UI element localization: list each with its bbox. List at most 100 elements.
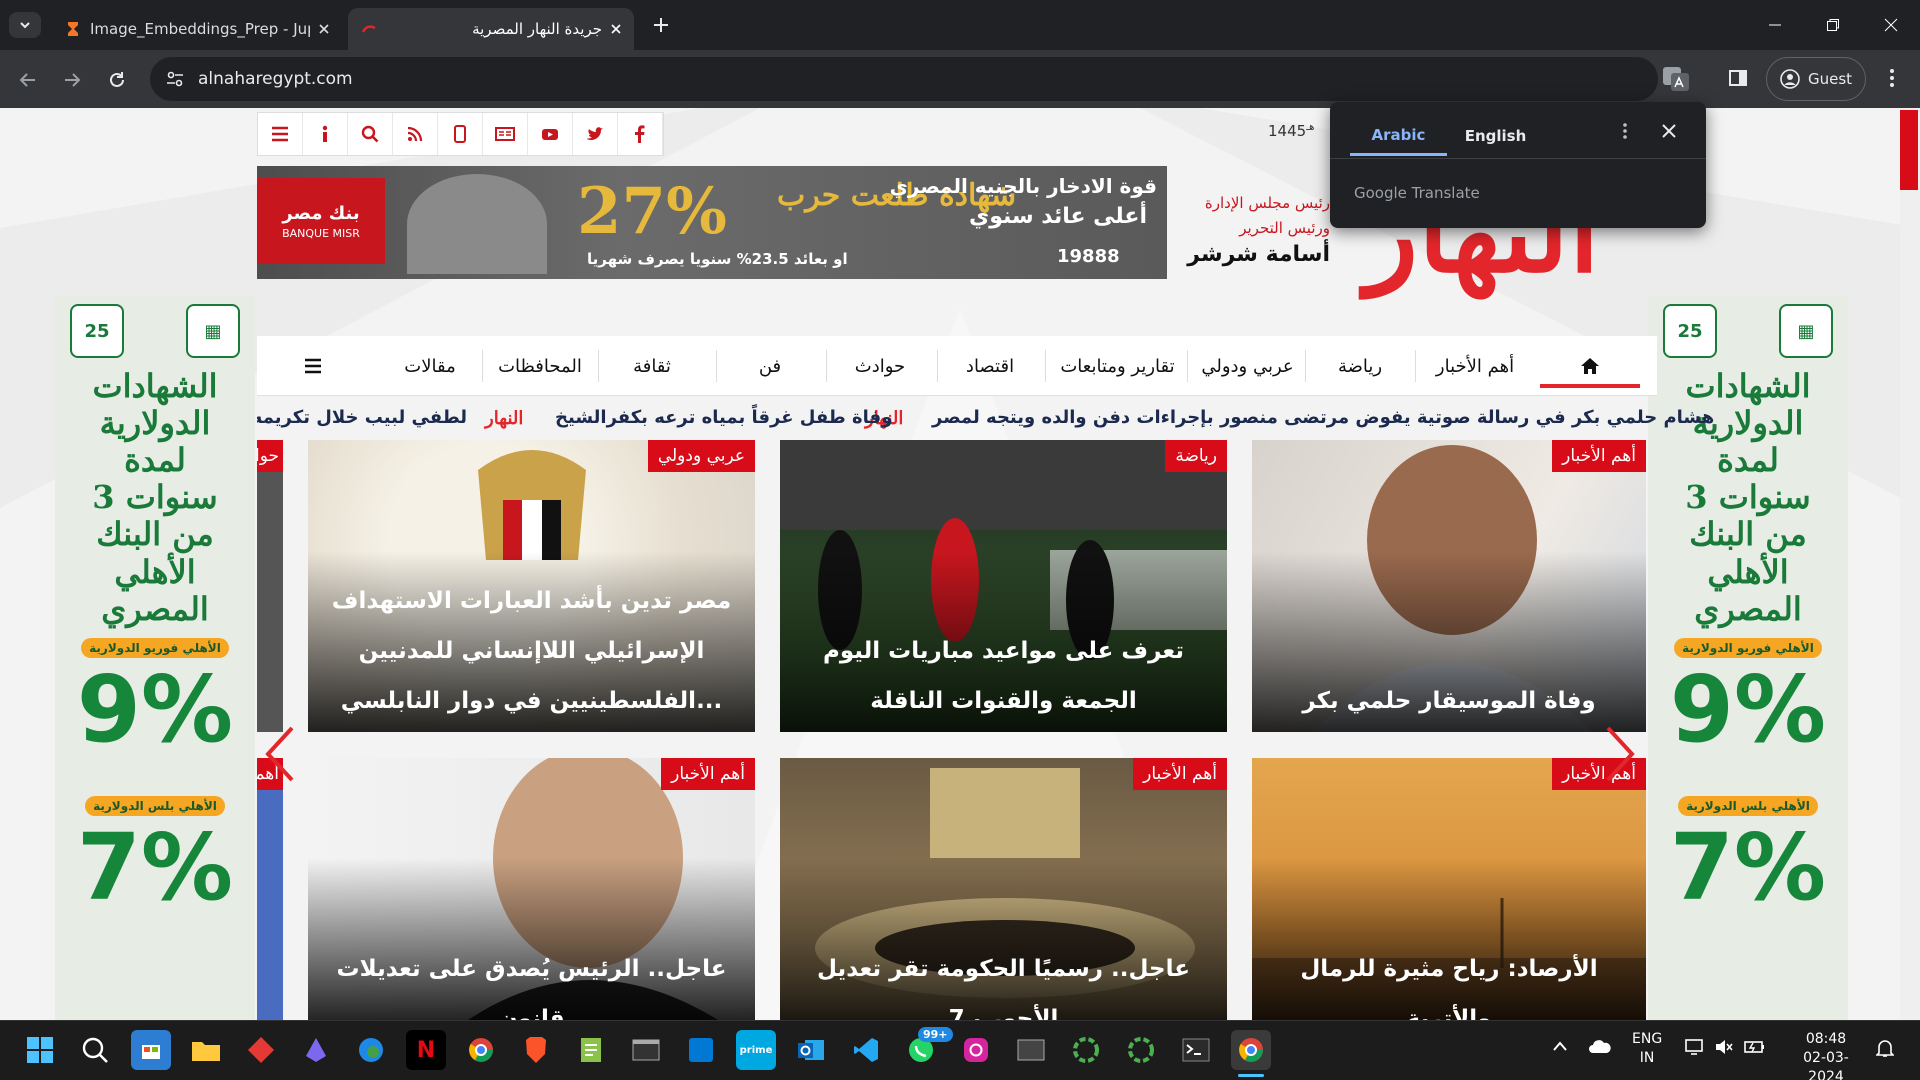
powershell-app[interactable]: [1176, 1030, 1216, 1070]
clock[interactable]: 08:48 02-03-2024: [1790, 1030, 1862, 1080]
rss-button[interactable]: [393, 113, 438, 155]
volume-button[interactable]: [1714, 1038, 1734, 1056]
partial-card[interactable]: حوادث: [257, 440, 283, 732]
translate-tab-english[interactable]: English: [1447, 116, 1544, 156]
facebook-icon: [635, 125, 645, 143]
nav-art[interactable]: فن: [720, 336, 820, 396]
news-card[interactable]: أهم الأخبار عاجل.. رسميًا الحكومة تقر تع…: [780, 758, 1227, 1020]
profile-button[interactable]: Guest: [1766, 57, 1866, 101]
notifications-button[interactable]: [1876, 1038, 1894, 1058]
nav-economy[interactable]: اقتصاد: [940, 336, 1040, 396]
twitter-button[interactable]: [573, 113, 618, 155]
microsoft-store-app[interactable]: [131, 1030, 171, 1070]
terminal-app[interactable]: [626, 1030, 666, 1070]
nav-governorates[interactable]: المحافظات: [485, 336, 595, 396]
news-card[interactable]: رياضة تعرف على مواعيد مباريات اليوم الجم…: [780, 440, 1227, 732]
epaper-button[interactable]: [483, 113, 528, 155]
battery-button[interactable]: [1744, 1038, 1766, 1056]
copilot-app[interactable]: [296, 1030, 336, 1070]
right-side-ad[interactable]: 25 ▦ الشهادات الدولارية لمدة 3 سنوات من …: [1648, 296, 1848, 1020]
language-indicator[interactable]: ENG IN: [1632, 1030, 1662, 1068]
nav-more-button[interactable]: [290, 336, 336, 396]
scrollbar-thumb[interactable]: [1900, 110, 1918, 190]
app-blue-window[interactable]: [681, 1030, 721, 1070]
page-scrollbar[interactable]: [1900, 108, 1920, 1020]
editor-info: رئيس مجلس الإدارة ورئيس التحرير أسامة شر…: [1170, 190, 1330, 270]
edge-app[interactable]: [351, 1030, 391, 1070]
home-icon: [1581, 358, 1599, 374]
prime-video-icon: prime: [739, 1044, 773, 1056]
tab-alnahar[interactable]: جريدة النهار المصرية: [348, 8, 634, 50]
translate-options-button[interactable]: [1622, 122, 1628, 140]
chrome-app[interactable]: [461, 1030, 501, 1070]
close-icon[interactable]: [610, 23, 622, 35]
outlook-app[interactable]: [791, 1030, 831, 1070]
partial-card[interactable]: أهم الأخبار: [257, 758, 283, 1020]
app-red-diamond[interactable]: [241, 1030, 281, 1070]
carousel-next-button[interactable]: [1598, 724, 1638, 784]
banque-misr-banner-ad[interactable]: بنك مصر BANQUE MISR 27% شهادة طلعت حرب ق…: [257, 166, 1167, 279]
side-panel-button[interactable]: [1728, 68, 1748, 88]
left-side-ad[interactable]: 25 ▦ الشهادات الدولارية لمدة 3 سنوات من …: [55, 296, 255, 1020]
menu-button[interactable]: [258, 113, 303, 155]
chrome-app-active[interactable]: [1231, 1030, 1271, 1070]
onedrive-button[interactable]: [1588, 1038, 1612, 1054]
nav-sports[interactable]: رياضة: [1310, 336, 1410, 396]
notepad-app[interactable]: [571, 1030, 611, 1070]
forward-button[interactable]: [54, 62, 90, 98]
app-window[interactable]: [1011, 1030, 1051, 1070]
ticker-item[interactable]: هشام حلمي بكر في رسالة صوتية يفوض مرتضى …: [932, 407, 1714, 428]
ad-header: 25 ▦: [1663, 304, 1833, 358]
facebook-button[interactable]: [618, 113, 663, 155]
news-card[interactable]: أهم الأخبار عاجل.. الرئيس يُصدق على تعدي…: [308, 758, 755, 1020]
vscode-app[interactable]: [846, 1030, 886, 1070]
restore-button[interactable]: [1804, 0, 1862, 50]
instagram-app[interactable]: [956, 1030, 996, 1070]
netflix-app[interactable]: N: [406, 1030, 446, 1070]
news-card[interactable]: أهم الأخبار الأرصاد: رياح مثيرة للرمال و…: [1252, 758, 1646, 1020]
network-button[interactable]: [1684, 1038, 1704, 1056]
back-button[interactable]: [10, 62, 46, 98]
minimize-button[interactable]: [1746, 0, 1804, 50]
translate-page-button[interactable]: [1662, 66, 1690, 92]
nav-reports[interactable]: تقارير ومتابعات: [1050, 336, 1185, 396]
ad-line: الدولارية: [99, 404, 211, 443]
prime-video-app[interactable]: prime: [736, 1030, 776, 1070]
banner-rate: 27%: [577, 174, 727, 249]
new-tab-button[interactable]: [650, 14, 672, 36]
taskbar-search[interactable]: [75, 1030, 115, 1070]
app-green-ring[interactable]: [1066, 1030, 1106, 1070]
tab-jupyter[interactable]: Image_Embeddings_Prep - Jupyter: [52, 8, 342, 50]
carousel-prev-button[interactable]: [262, 724, 302, 784]
ticker-item[interactable]: لطفي لبيب خلال تكريمه با: [257, 407, 467, 428]
brave-app[interactable]: [516, 1030, 556, 1070]
mobile-button[interactable]: [438, 113, 483, 155]
reload-button[interactable]: [99, 62, 135, 98]
bell-icon: [1876, 1040, 1894, 1057]
nav-world[interactable]: عربي ودولي: [1190, 336, 1305, 396]
address-bar[interactable]: alnaharegypt.com: [150, 57, 1658, 101]
nav-incidents[interactable]: حوادث: [830, 336, 930, 396]
translate-tab-arabic[interactable]: Arabic: [1350, 116, 1447, 156]
youtube-button[interactable]: [528, 113, 573, 155]
browser-menu-button[interactable]: [1888, 68, 1896, 88]
site-info-icon[interactable]: [166, 70, 184, 88]
cloud-icon: [1589, 1040, 1611, 1053]
ticker-item[interactable]: وفاة طفل غرقاً بمياه ترعه بكفرالشيخ: [555, 407, 892, 428]
search-button[interactable]: [348, 113, 393, 155]
tab-search-button[interactable]: [9, 12, 41, 38]
nav-top-news[interactable]: أهم الأخبار: [1420, 336, 1530, 396]
news-card[interactable]: أهم الأخبار وفاة الموسيقار حلمي بكر: [1252, 440, 1646, 732]
close-window-button[interactable]: [1862, 0, 1920, 50]
app-green-ring-2[interactable]: [1121, 1030, 1161, 1070]
close-icon[interactable]: [318, 23, 330, 35]
reload-icon: [110, 72, 124, 87]
nav-culture[interactable]: ثقافة: [602, 336, 702, 396]
file-explorer-app[interactable]: [186, 1030, 226, 1070]
start-button[interactable]: [20, 1030, 60, 1070]
translate-close-button[interactable]: [1662, 124, 1676, 138]
info-button[interactable]: [303, 113, 348, 155]
news-card[interactable]: عربي ودولي مصر تدين بأشد العبارات الاسته…: [308, 440, 755, 732]
tray-overflow-button[interactable]: [1552, 1040, 1568, 1052]
nav-articles[interactable]: مقالات: [380, 336, 480, 396]
